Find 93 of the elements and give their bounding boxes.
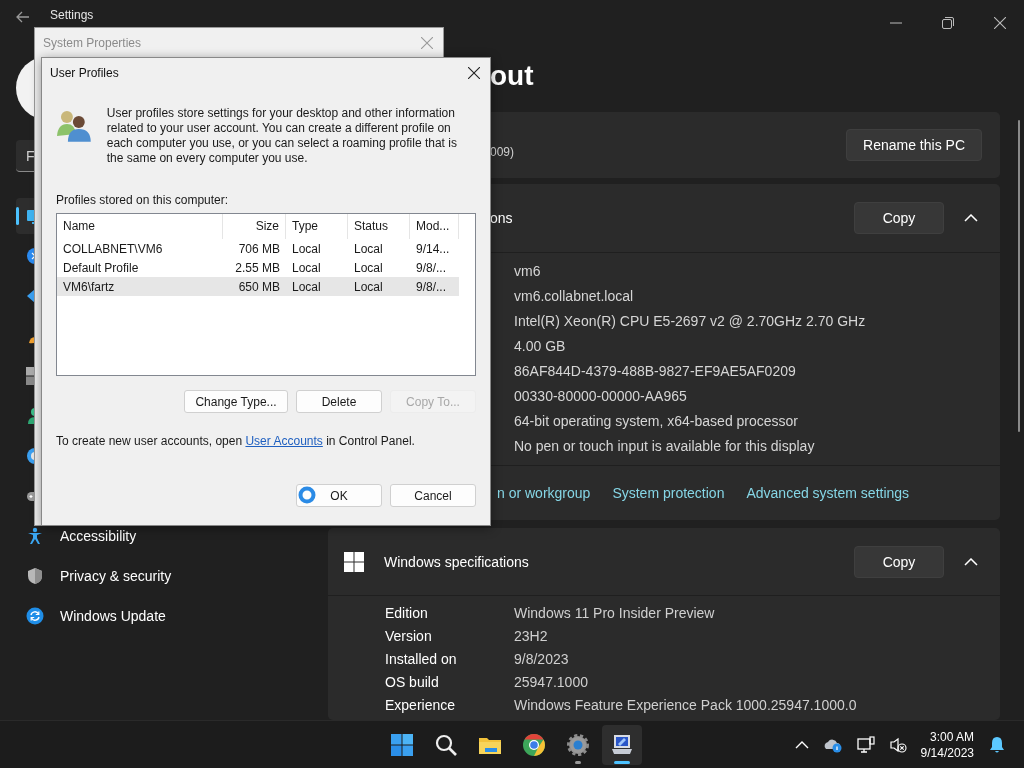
spec-value: 9/8/2023: [514, 650, 569, 669]
table-cell-text: Local: [291, 241, 322, 256]
copy-button[interactable]: Copy: [854, 545, 944, 578]
computer-icon: [610, 732, 634, 757]
column-header[interactable]: Type: [286, 214, 348, 239]
table-cell-text: 9/8/...: [415, 260, 448, 275]
spec-value: 4.00 GB: [514, 337, 567, 356]
spec-label: Edition: [385, 604, 429, 623]
clock-time[interactable]: 3:00 AM: [929, 728, 974, 745]
column-header[interactable]: Size: [223, 214, 286, 239]
spec-label: OS build: [385, 673, 440, 692]
sidebar-item[interactable]: Accessibility: [16, 518, 312, 554]
sidebar-item[interactable]: Privacy & security: [16, 558, 312, 594]
running-indicator: [575, 760, 581, 764]
copy-button[interactable]: Copy: [854, 202, 944, 234]
related-link[interactable]: System protection: [612, 485, 725, 501]
window-title: System Properties: [43, 36, 142, 50]
dialog-button[interactable]: Delete: [296, 390, 382, 413]
dialog-button[interactable]: Change Type...: [184, 390, 288, 413]
table-cell-text: COLLABNET\VM6: [62, 241, 164, 256]
spec-value: 86AF844D-4379-488B-9827-EF9AE5AF0209: [514, 362, 797, 381]
network-monitor-icon[interactable]: [856, 735, 875, 754]
spec-value: Windows 11 Pro Insider Preview: [514, 604, 715, 623]
spec-value: 00330-80000-00000-AA965: [514, 387, 688, 406]
clock-date[interactable]: 9/14/2023: [920, 744, 974, 761]
page-heading: out: [490, 59, 535, 93]
busy-cursor-icon: [298, 486, 316, 504]
list-row[interactable]: VM6\fartz 650 MB Local Local 9/8/...: [57, 277, 459, 296]
users-icon: [56, 108, 92, 142]
note-text: To create new user accounts, open User Accounts in Control Panel.: [56, 434, 416, 448]
window-title: Settings: [50, 7, 94, 23]
close-icon[interactable]: [994, 17, 1006, 29]
selection-indicator: [16, 207, 19, 225]
table-cell-text: Default Profile: [62, 260, 140, 275]
related-link[interactable]: Advanced system settings: [746, 485, 910, 501]
window-title: User Profiles: [50, 66, 119, 80]
table-cell-text: 9/14...: [415, 241, 451, 256]
spec-value: Intel(R) Xeon(R) CPU E5-2697 v2 @ 2.70GHz 2.70 GHz: [514, 312, 867, 331]
shield-icon: [26, 567, 44, 585]
table-cell-text: Local: [353, 279, 384, 294]
close-icon[interactable]: [468, 67, 480, 79]
table-cell-text: 650 MB: [237, 279, 281, 294]
spec-value: 64-bit operating system, x64-based processor: [514, 412, 800, 431]
column-header[interactable]: Name: [57, 214, 223, 239]
scrollbar[interactable]: [1018, 120, 1020, 432]
chevron-up-icon[interactable]: [964, 214, 978, 222]
list-row[interactable]: Default Profile 2.55 MB Local Local 9/8/...: [57, 258, 475, 277]
list-label: Profiles stored on this computer:: [56, 193, 230, 207]
spec-label: Installed on: [385, 650, 458, 669]
speaker-muted-icon[interactable]: [888, 736, 907, 753]
table-cell-text: 706 MB: [237, 241, 281, 256]
description-text: User profiles store settings for your desktop and other information related to your user account. You can create a different profile on each computer you use, or you can select a roaming profile that is the same on every computer you use.: [106, 106, 458, 166]
running-indicator: [614, 760, 630, 764]
table-cell-text: 2.55 MB: [234, 260, 281, 275]
spec-value: Windows Feature Experience Pack 1000.25947.1000.0: [514, 696, 857, 715]
search-icon: [434, 732, 458, 757]
table-cell-text: Local: [353, 260, 384, 275]
chevron-up-icon[interactable]: [794, 740, 809, 749]
accessibility-icon: [26, 527, 44, 545]
spec-label: Experience: [385, 696, 457, 715]
related-link[interactable]: n or workgroup: [497, 485, 591, 501]
sync-icon: [26, 607, 44, 625]
list-row[interactable]: COLLABNET\VM6 706 MB Local Local 9/14...: [57, 239, 475, 258]
dialog-button[interactable]: Cancel: [390, 484, 476, 507]
table-cell-text: 9/8/...: [415, 279, 448, 294]
browser-icon: [522, 732, 546, 757]
dialog-button[interactable]: OK: [296, 484, 382, 507]
spec-value: No pen or touch input is available for this display: [514, 437, 816, 456]
rename-button[interactable]: Rename this PC: [846, 129, 982, 161]
spec-value: vm6.collabnet.local: [514, 287, 635, 306]
gear-icon: [566, 732, 590, 757]
table-cell-text: Local: [291, 260, 322, 275]
spec-value: vm6: [514, 262, 542, 281]
card-title: ons: [490, 210, 513, 226]
bell-icon[interactable]: [988, 735, 1006, 754]
table-cell-text: Local: [291, 279, 322, 294]
spec-value: 23H2: [514, 627, 548, 646]
chevron-up-icon[interactable]: [964, 557, 978, 566]
device-subtitle: 009): [490, 145, 515, 159]
column-header[interactable]: Status: [348, 214, 410, 239]
table-cell-text: VM6\fartz: [62, 279, 116, 294]
sidebar-item[interactable]: Windows Update: [16, 598, 312, 634]
spec-value: 25947.1000: [514, 673, 588, 692]
spec-label: Version: [385, 627, 433, 646]
start-icon: [390, 732, 414, 757]
user-accounts-link[interactable]: User Accounts: [245, 434, 323, 448]
windows-logo-icon: [344, 551, 364, 572]
column-header[interactable]: Mod...: [410, 214, 459, 239]
back-arrow-icon[interactable]: [16, 11, 30, 23]
card-title: Windows specifications: [384, 553, 529, 570]
restore-icon[interactable]: [942, 17, 954, 29]
taskbar-app[interactable]: [602, 724, 642, 765]
table-cell-text: Local: [353, 241, 384, 256]
